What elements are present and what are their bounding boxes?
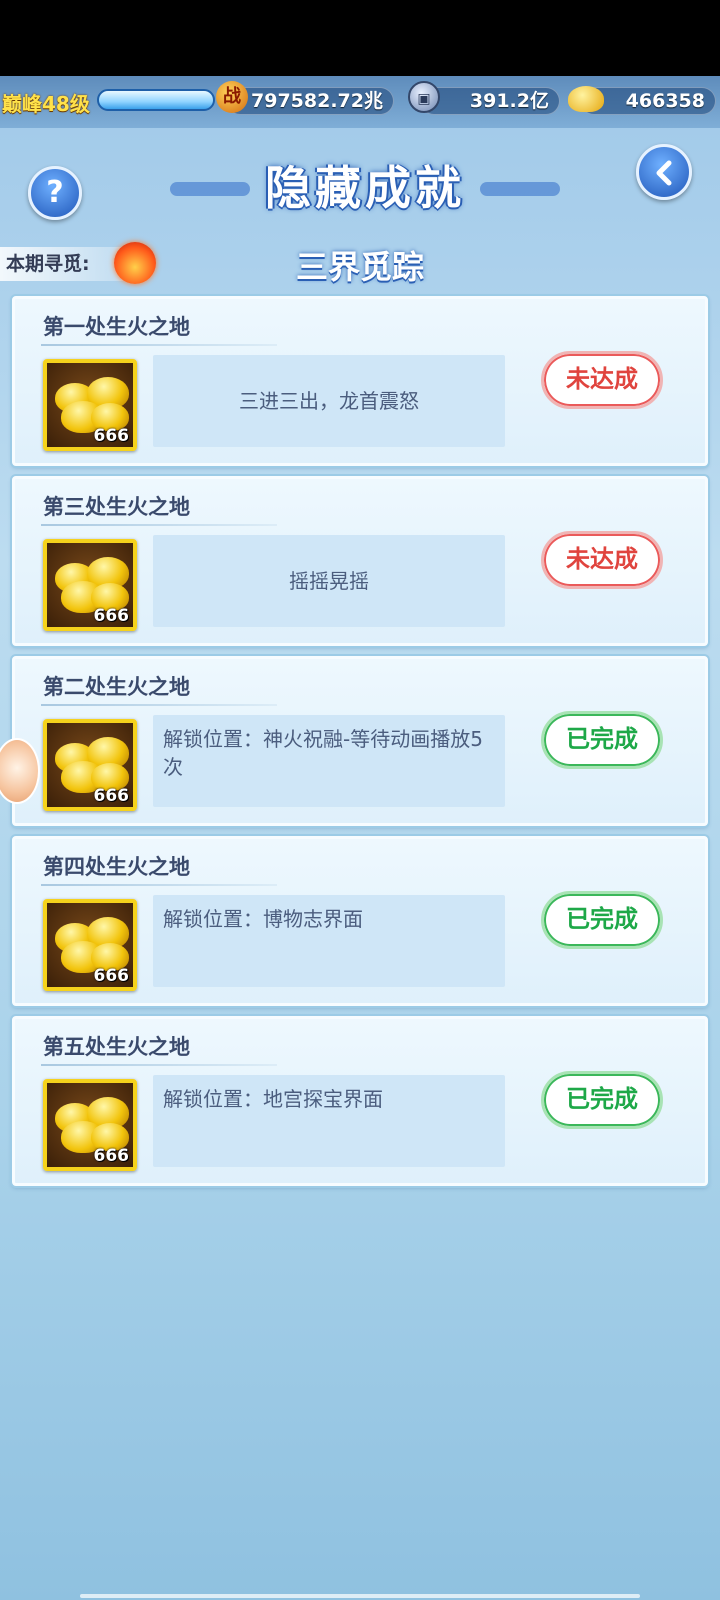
period-subtitle: 三界觅踪 (295, 248, 424, 286)
achievement-card: 第四处生火之地 666 解锁位置：博物志界面 已完成 (12, 836, 708, 1006)
silver-capsule[interactable]: 391.2亿 (420, 87, 560, 115)
achievement-title: 第三处生火之地 (43, 495, 190, 519)
reward-count: 666 (93, 426, 130, 446)
power-capsule: 797582.72兆 (226, 87, 394, 115)
achievement-title: 第四处生火之地 (43, 855, 190, 879)
silver-coin-icon: ▣ (408, 81, 440, 113)
back-button[interactable] (636, 144, 692, 200)
title-divider (41, 1064, 277, 1066)
home-indicator[interactable] (80, 1594, 640, 1598)
achievement-title: 第五处生火之地 (43, 1035, 190, 1059)
status-button-completed[interactable]: 已完成 (541, 711, 663, 769)
achievement-title: 第一处生火之地 (43, 315, 190, 339)
reward-count: 666 (93, 1146, 130, 1166)
back-arrow-icon (656, 160, 672, 186)
system-status-bar (0, 0, 720, 76)
gold-value: 466358 (625, 90, 705, 112)
achievement-description: 解锁位置：神火祝融-等待动画播放5次 (153, 715, 505, 807)
achievement-description: 摇摇晃摇 (153, 535, 505, 627)
reward-item[interactable]: 666 (43, 1079, 137, 1171)
status-button-incomplete[interactable]: 未达成 (541, 531, 663, 589)
achievement-description: 解锁位置：博物志界面 (153, 895, 505, 987)
experience-bar (97, 89, 215, 111)
page-title-block: 隐藏成就 (170, 152, 560, 222)
reward-item[interactable]: 666 (43, 899, 137, 991)
title-divider (41, 704, 277, 706)
reward-count: 666 (93, 786, 130, 806)
title-divider (41, 884, 277, 886)
achievement-title: 第二处生火之地 (43, 675, 190, 699)
reward-item[interactable]: 666 (43, 719, 137, 811)
player-level: 巅峰48级 (2, 92, 90, 116)
status-button-incomplete[interactable]: 未达成 (541, 351, 663, 409)
gold-ingot-icon (568, 86, 604, 112)
title-divider (41, 344, 277, 346)
reward-item[interactable]: 666 (43, 539, 137, 631)
achievement-card: 第五处生火之地 666 解锁位置：地宫探宝界面 已完成 (12, 1016, 708, 1186)
reward-count: 666 (93, 606, 130, 626)
power-value: 797582.72兆 (251, 90, 383, 112)
silver-value: 391.2亿 (469, 90, 549, 112)
achievement-card: 第一处生火之地 666 三进三出，龙首震怒 未达成 (12, 296, 708, 466)
achievement-description: 解锁位置：地宫探宝界面 (153, 1075, 505, 1167)
status-button-completed[interactable]: 已完成 (541, 1071, 663, 1129)
achievement-card: 第三处生火之地 666 摇摇晃摇 未达成 (12, 476, 708, 646)
battle-power-icon: 战 (216, 81, 248, 113)
help-button[interactable]: ? (28, 166, 82, 220)
achievement-card: 第二处生火之地 666 解锁位置：神火祝融-等待动画播放5次 已完成 (12, 656, 708, 826)
achievement-description: 三进三出，龙首震怒 (153, 355, 505, 447)
resource-bar: 巅峰48级 797582.72兆 战 391.2亿 ▣ 466358 (0, 76, 720, 128)
reward-item[interactable]: 666 (43, 359, 137, 451)
page-title: 隐藏成就 (265, 161, 465, 215)
reward-count: 666 (93, 966, 130, 986)
status-button-completed[interactable]: 已完成 (541, 891, 663, 949)
title-divider (41, 524, 277, 526)
